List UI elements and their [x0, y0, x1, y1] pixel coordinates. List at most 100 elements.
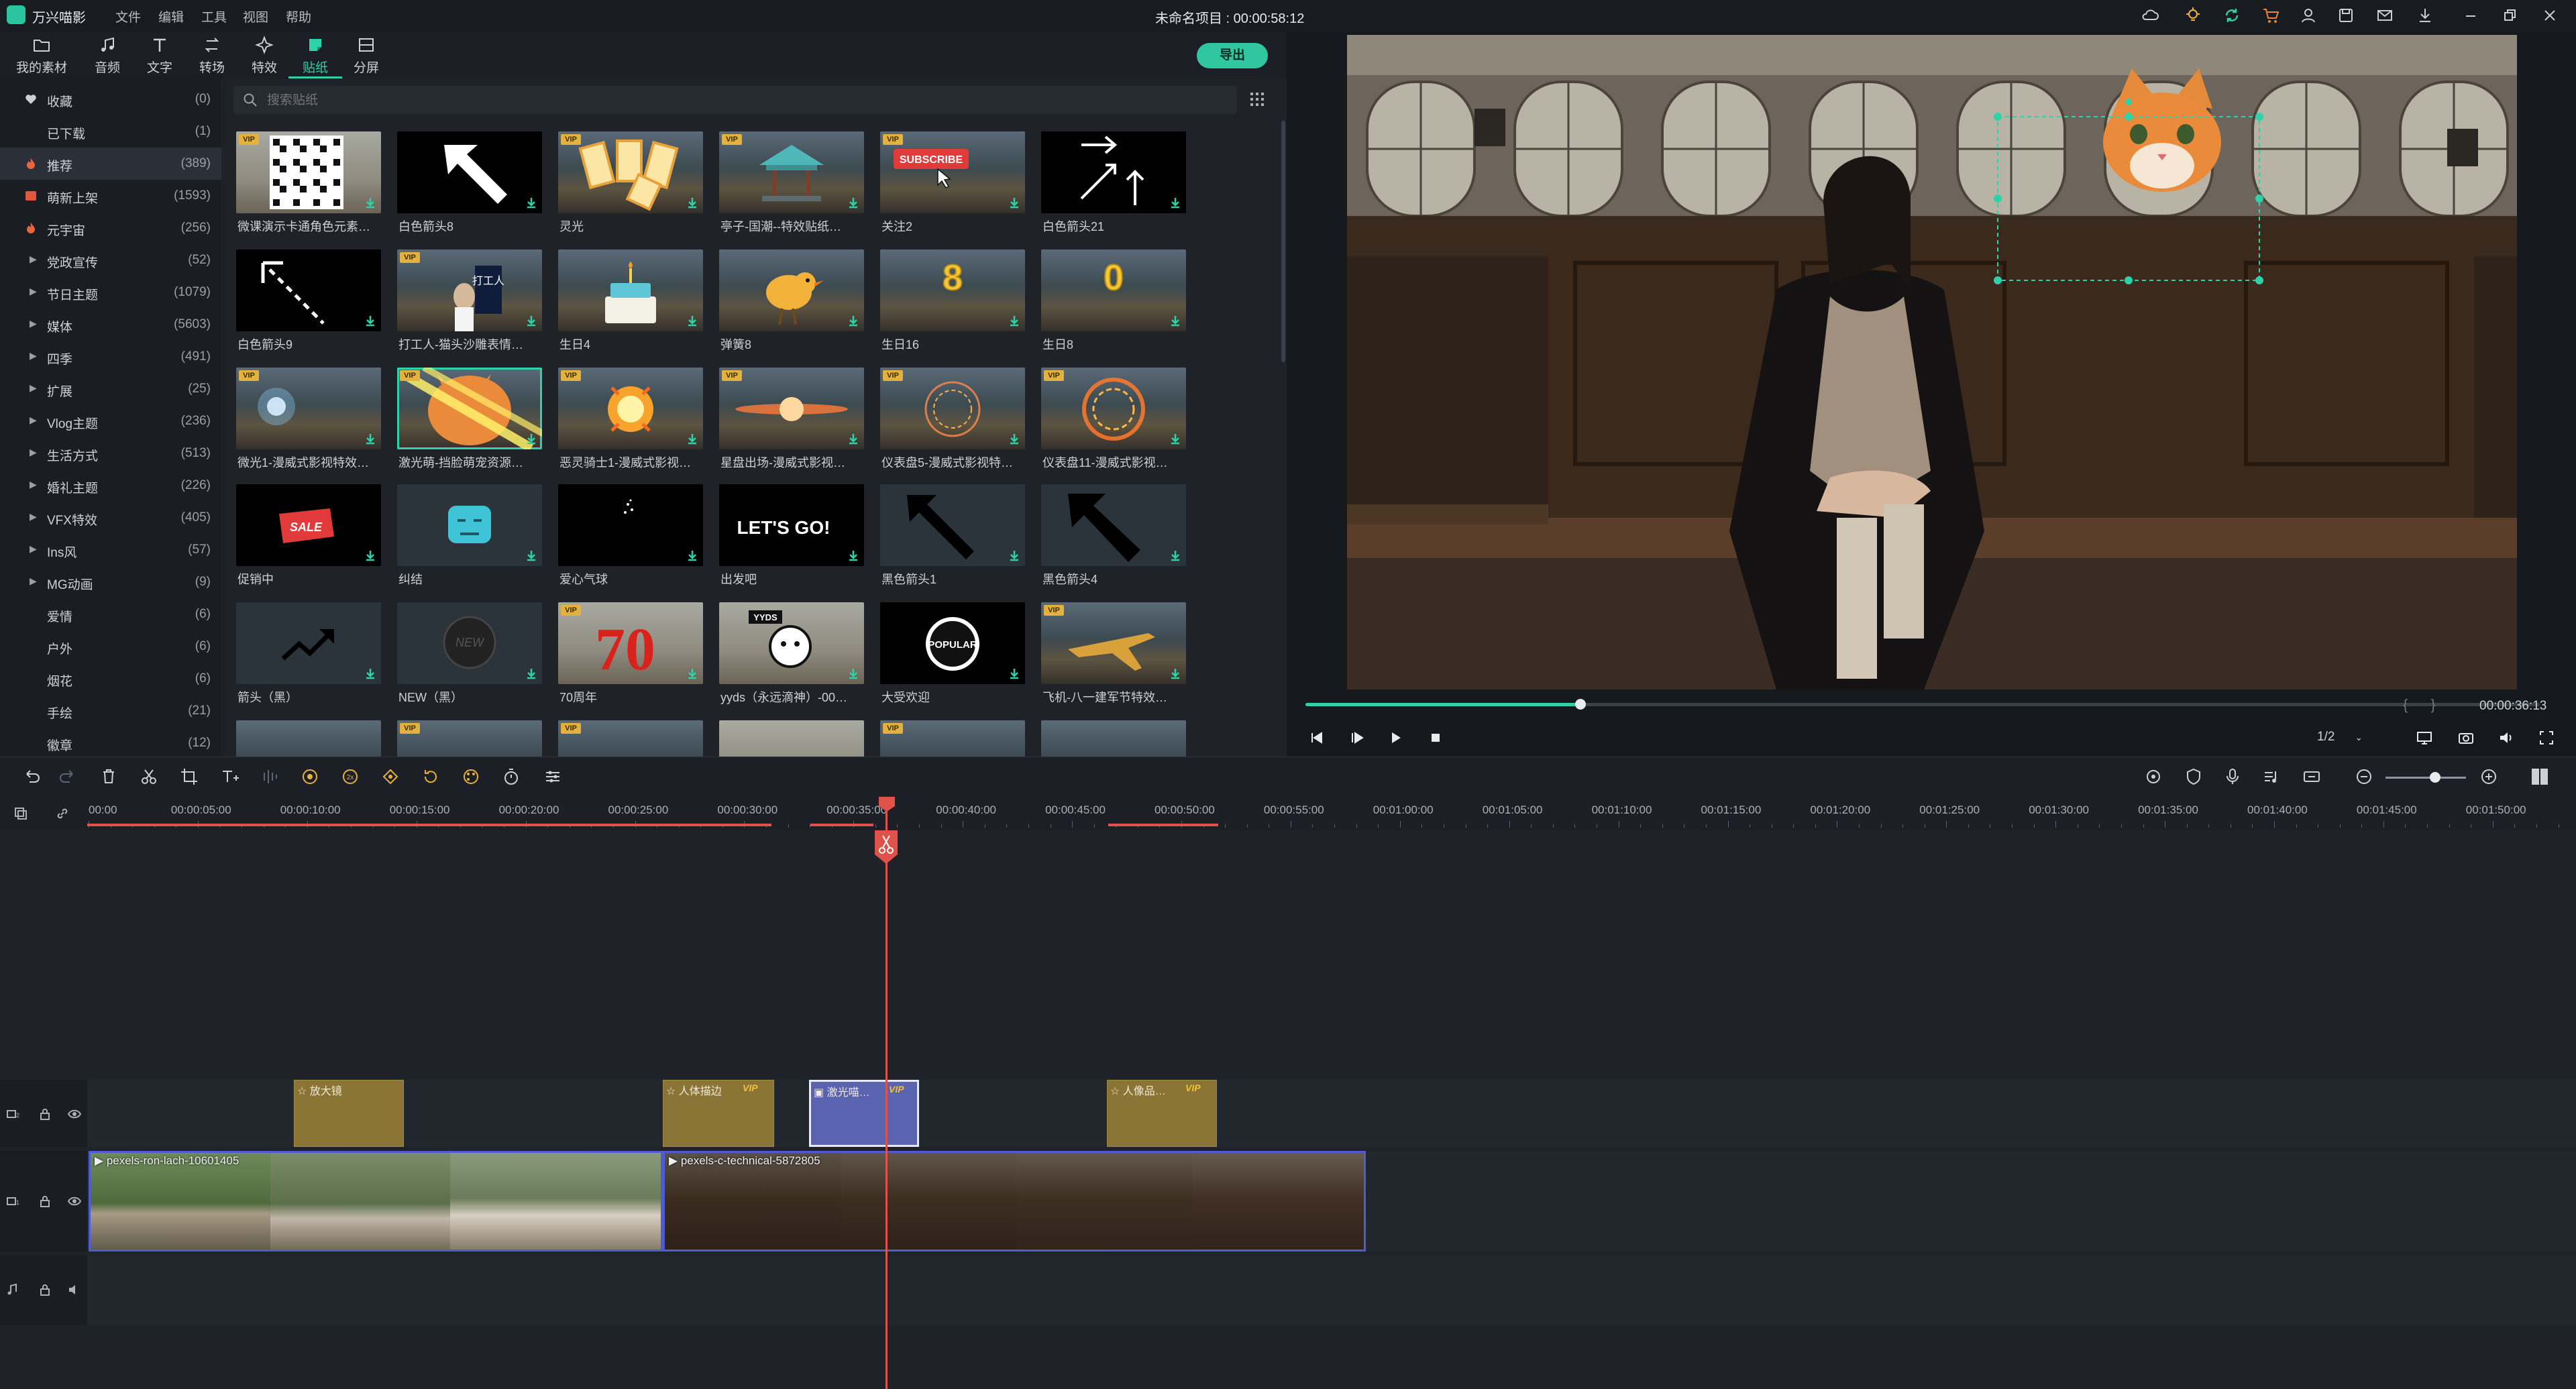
redo-icon[interactable]	[58, 766, 79, 787]
audio-mix-icon[interactable]	[259, 766, 280, 787]
tab-split-screen[interactable]: 分屏	[339, 32, 393, 76]
sticker-tile[interactable]: 黑色箭头4	[1041, 484, 1186, 593]
download-icon[interactable]	[686, 314, 699, 327]
category-item[interactable]: 收藏 (0)	[0, 83, 221, 115]
sticker-tile[interactable]	[1041, 720, 1186, 757]
video-clip[interactable]: ▶ pexels-c-technical-5872805	[663, 1151, 1366, 1252]
category-item[interactable]: 户外 (6)	[0, 630, 221, 663]
link-icon[interactable]	[55, 806, 70, 821]
tab-folder[interactable]: 我的素材	[15, 32, 68, 76]
video-clip[interactable]: ▶ pexels-ron-lach-10601405	[89, 1151, 663, 1252]
mark-out[interactable]: }	[2430, 696, 2435, 713]
sticker-tile[interactable]: 箭头（黑）	[236, 602, 381, 711]
sticker-tile[interactable]: VIP	[558, 720, 703, 757]
sticker-tile[interactable]: YYDS yyds（永远滴神）-00…	[719, 602, 864, 711]
expand-arrow-icon[interactable]: ▶	[30, 543, 37, 555]
timeline-zoom-slider[interactable]	[2385, 777, 2466, 779]
menu-edit[interactable]: 编辑	[158, 7, 184, 25]
shield-icon[interactable]	[2183, 766, 2204, 787]
sticker-tile[interactable]: SALE 促销中	[236, 484, 381, 593]
playhead-handle[interactable]	[879, 797, 895, 812]
search-input[interactable]	[266, 90, 1221, 111]
tab-music-note[interactable]: 音频	[80, 32, 134, 76]
keyframe-icon[interactable]	[380, 766, 401, 787]
expand-arrow-icon[interactable]: ▶	[30, 286, 37, 297]
playhead[interactable]	[885, 797, 888, 1389]
tab-text[interactable]: 文字	[133, 32, 186, 76]
category-item[interactable]: ▶ Vlog主题 (236)	[0, 405, 221, 437]
cut-icon[interactable]	[138, 766, 160, 787]
expand-arrow-icon[interactable]: ▶	[30, 254, 37, 265]
mail-icon[interactable]	[2375, 5, 2395, 25]
sticker-tile[interactable]: POPULAR 大受欢迎	[880, 602, 1025, 711]
audio-track[interactable]	[87, 1256, 2576, 1325]
sticker-tile[interactable]: 弹簧8	[719, 249, 864, 358]
sticker-tile[interactable]: 8 生日16	[880, 249, 1025, 358]
sticker-tile[interactable]: VIP 恶灵骑士1-漫威式影视…	[558, 368, 703, 476]
mic-icon[interactable]	[2222, 766, 2243, 787]
category-item[interactable]: 萌新上架 (1593)	[0, 180, 221, 212]
color-icon[interactable]	[299, 766, 321, 787]
tab-sticker[interactable]: 贴纸	[288, 32, 342, 78]
download-icon[interactable]	[364, 667, 377, 680]
sticker-tile[interactable]: VIP 微课演示卡通角色元素…	[236, 131, 381, 240]
sticker-tile[interactable]: VIP	[880, 720, 1025, 757]
sticker-tile[interactable]: NEW NEW（黑）	[397, 602, 542, 711]
category-item[interactable]: ▶ 党政宣传 (52)	[0, 244, 221, 276]
sticker-tile[interactable]: VIP 星盘出场-漫威式影视…	[719, 368, 864, 476]
sticker-tile[interactable]: 纠结	[397, 484, 542, 593]
crop-icon[interactable]	[178, 766, 200, 787]
speaker-icon[interactable]	[67, 1282, 82, 1297]
sticker-tile[interactable]	[236, 720, 381, 757]
download-icon[interactable]	[1008, 432, 1021, 445]
zoom-out-icon[interactable]	[2353, 766, 2375, 787]
download-icon[interactable]	[847, 314, 860, 327]
expand-arrow-icon[interactable]: ▶	[30, 318, 37, 329]
zoom-in-icon[interactable]	[2478, 766, 2500, 787]
sticker-tile[interactable]: 70 VIP 70周年	[558, 602, 703, 711]
library-scrollbar[interactable]	[1281, 121, 1285, 362]
download-icon[interactable]	[1169, 196, 1182, 209]
category-item[interactable]: ▶ MG动画 (9)	[0, 566, 221, 598]
category-item[interactable]: ▶ 扩展 (25)	[0, 373, 221, 405]
download-icon[interactable]	[847, 667, 860, 680]
speed-icon[interactable]: 2x	[339, 766, 361, 787]
download-icon[interactable]	[847, 432, 860, 445]
sticker-tile[interactable]: SUBSCRIBE VIP 关注2	[880, 131, 1025, 240]
export-button[interactable]: 导出	[1197, 43, 1268, 68]
mark-in[interactable]: {	[2403, 696, 2408, 713]
sticker-clip-selected[interactable]: ▣ 激光喵… VIP	[809, 1080, 919, 1147]
download-icon[interactable]	[525, 432, 538, 445]
expand-arrow-icon[interactable]: ▶	[30, 511, 37, 522]
category-item[interactable]: 元宇宙 (256)	[0, 212, 221, 244]
sticker-search[interactable]	[233, 86, 1237, 114]
expand-arrow-icon[interactable]: ▶	[30, 382, 37, 394]
layout-icon[interactable]	[2529, 766, 2551, 787]
download-icon[interactable]	[525, 667, 538, 680]
stop-icon[interactable]	[1426, 728, 1445, 747]
sticker-tile[interactable]: VIP 微光1-漫威式影视特效…	[236, 368, 381, 476]
restore-icon[interactable]	[2500, 5, 2520, 25]
download-icon[interactable]	[1169, 667, 1182, 680]
sticker-tile[interactable]: VIP 亭子-国潮--特效贴纸…	[719, 131, 864, 240]
undo-icon[interactable]	[20, 766, 42, 787]
download-icon[interactable]	[686, 432, 699, 445]
voiceover-icon[interactable]	[2261, 766, 2282, 787]
lock-icon[interactable]	[38, 1194, 52, 1209]
cart-icon[interactable]	[2261, 5, 2281, 25]
category-item[interactable]: 烟花 (6)	[0, 663, 221, 695]
delete-icon[interactable]	[98, 766, 119, 787]
expand-arrow-icon[interactable]: ▶	[30, 447, 37, 458]
lock-icon[interactable]	[38, 1107, 52, 1121]
add-track-icon[interactable]	[13, 806, 28, 821]
download-icon[interactable]	[686, 549, 699, 562]
sticker-tile[interactable]: VIP 飞机-八一建军节特效…	[1041, 602, 1186, 711]
download-icon[interactable]	[686, 667, 699, 680]
category-item[interactable]: ▶ 媒体 (5603)	[0, 309, 221, 341]
download-icon[interactable]	[1008, 549, 1021, 562]
save-icon[interactable]	[2336, 5, 2356, 25]
category-item[interactable]: 徽章 (12)	[0, 727, 221, 759]
download-icon[interactable]	[1008, 196, 1021, 209]
video-preview[interactable]	[1347, 35, 2517, 689]
expand-arrow-icon[interactable]: ▶	[30, 350, 37, 362]
